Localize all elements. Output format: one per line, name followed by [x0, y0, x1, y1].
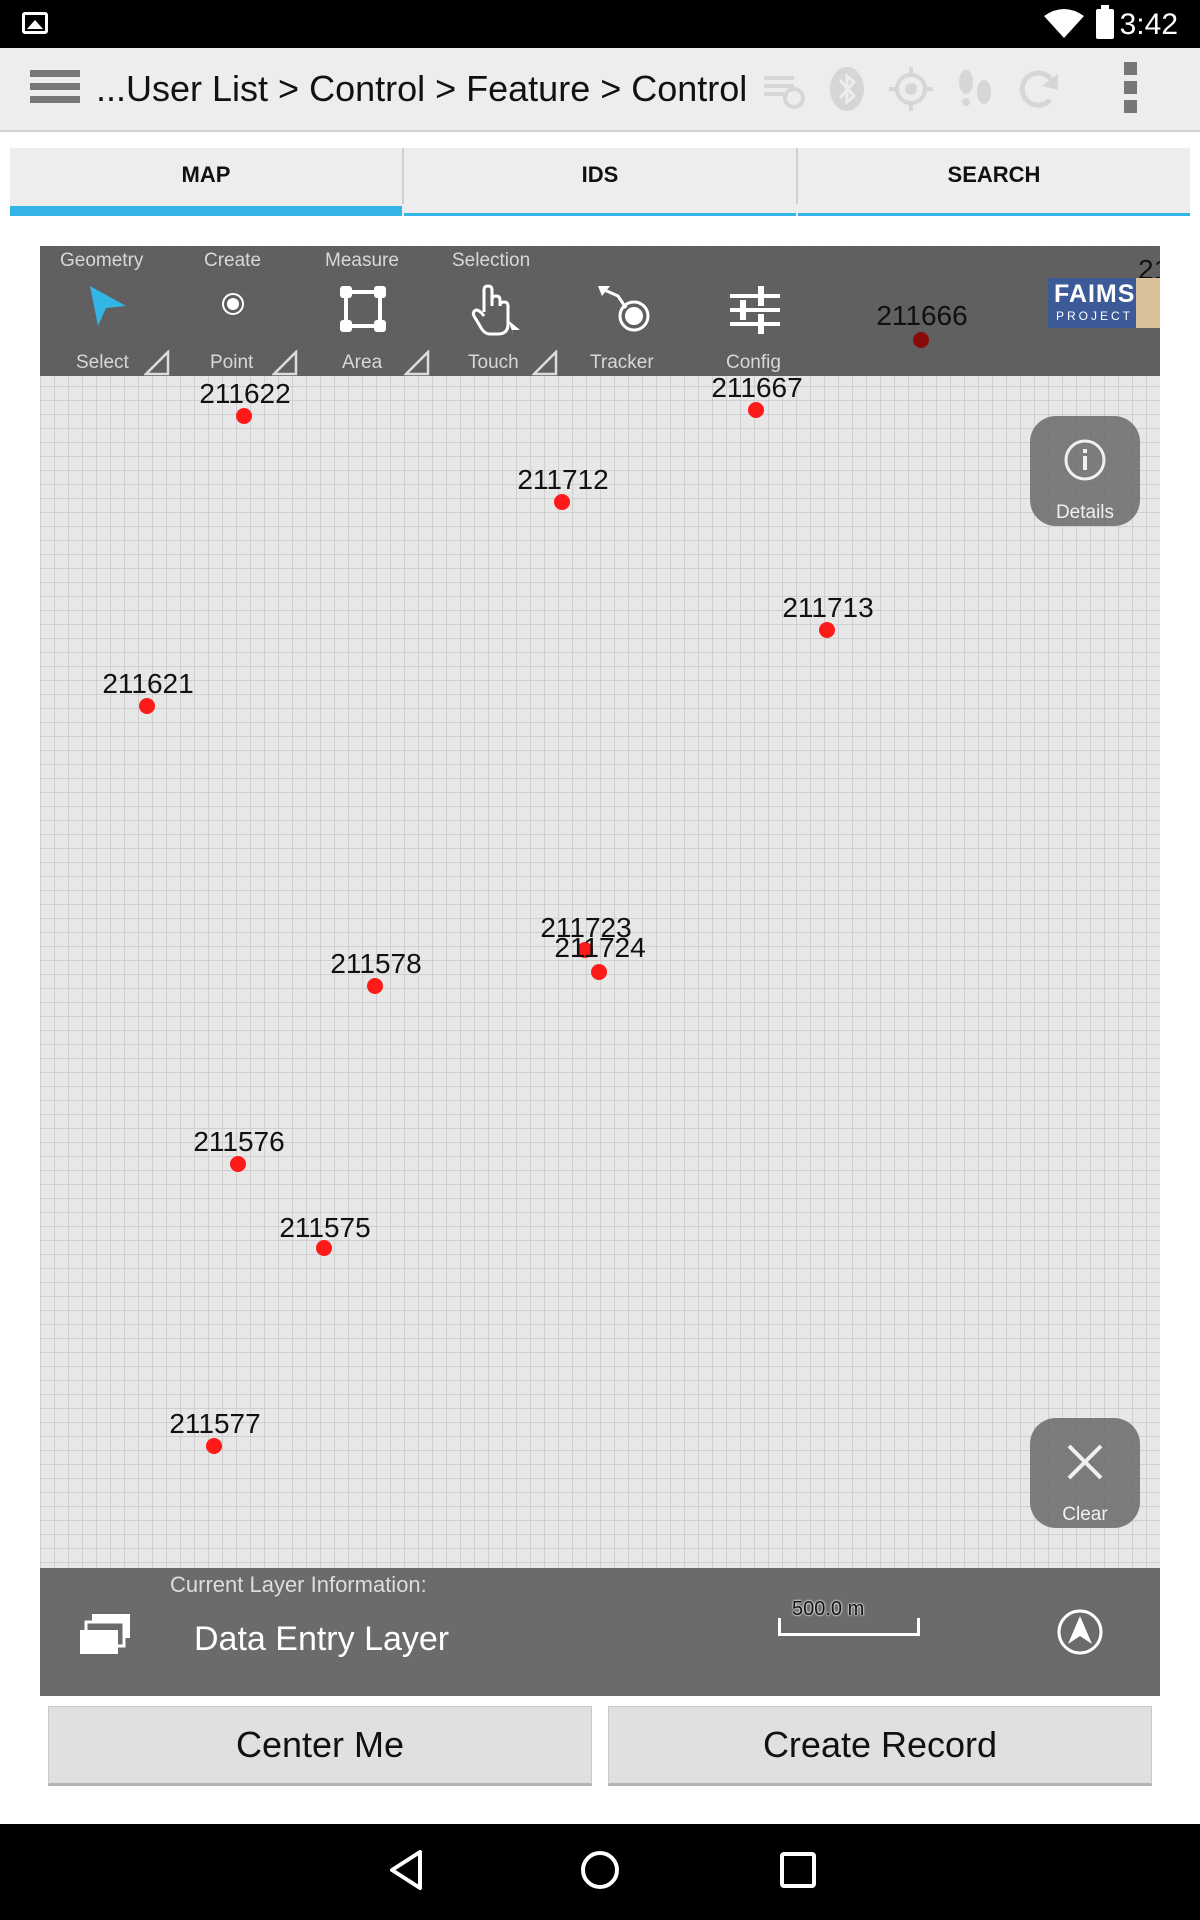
corner-menu-icon[interactable]: [272, 350, 298, 376]
info-icon: [1064, 439, 1106, 481]
menu-icon[interactable]: [30, 70, 80, 110]
status-bar: 3:42: [0, 0, 1200, 48]
map-point-marker[interactable]: [913, 332, 929, 348]
map-view[interactable]: 211666 211622 211667 211712 211713 21162…: [40, 246, 1160, 1696]
toolbar-heading-selection: Selection: [452, 250, 531, 271]
recents-icon[interactable]: [776, 1848, 820, 1892]
clock: 3:42: [1119, 8, 1178, 41]
action-bar: ...User List > Control > Feature > Contr…: [0, 48, 1200, 132]
current-layer-name: Data Entry Layer: [194, 1620, 450, 1658]
config-label: Config: [726, 352, 781, 373]
details-label: Details: [1055, 502, 1115, 523]
tracker-label: Tracker: [590, 352, 654, 373]
layer-info-caption: Current Layer Information:: [170, 1572, 427, 1597]
map-point-marker[interactable]: [236, 408, 252, 424]
select-arrow-icon: [90, 286, 126, 326]
layer-info-bar: Current Layer Information: Data Entry La…: [40, 1568, 1160, 1696]
clear-label: Clear: [1062, 1504, 1108, 1525]
gps-icon[interactable]: [886, 64, 936, 114]
tracker-steps-icon[interactable]: [950, 64, 1000, 114]
point-label: 211622: [199, 378, 291, 409]
center-me-button[interactable]: Center Me: [48, 1706, 592, 1786]
tab-search[interactable]: SEARCH: [798, 148, 1190, 216]
map-point-marker[interactable]: [554, 494, 570, 510]
overflow-menu-icon[interactable]: [1124, 62, 1138, 119]
breadcrumb-title: ...User List > Control > Feature > Contr…: [96, 68, 748, 109]
navigation-bar: [0, 1824, 1200, 1920]
tab-ids[interactable]: IDS: [404, 148, 796, 216]
point-label: 211667: [711, 372, 803, 403]
corner-menu-icon[interactable]: [532, 350, 558, 376]
toolbar-heading-create: Create: [204, 250, 262, 271]
select-label: Select: [76, 352, 129, 373]
map-toolbar: Geometry Create Measure Selection Select…: [40, 246, 1160, 376]
map-point-marker[interactable]: [316, 1240, 332, 1256]
tab-bar: MAP IDS SEARCH: [10, 148, 1190, 216]
scale-bar: [778, 1618, 920, 1636]
bluetooth-icon[interactable]: [822, 64, 872, 114]
point-label: 211724: [554, 932, 646, 963]
refresh-icon[interactable]: [1014, 64, 1064, 114]
point-label: 211577: [169, 1408, 261, 1439]
clear-button[interactable]: Clear: [1030, 1418, 1140, 1528]
touch-label: Touch: [468, 352, 519, 373]
area-icon: [340, 286, 386, 332]
map-point-marker[interactable]: [367, 978, 383, 994]
compass-icon[interactable]: [1056, 1608, 1104, 1656]
point-label-text: Point: [210, 352, 254, 373]
back-icon[interactable]: [384, 1848, 428, 1892]
faims-logo: FAIMS PROJECT: [1048, 278, 1160, 328]
corner-menu-icon[interactable]: [144, 350, 170, 376]
map-point-marker[interactable]: [139, 698, 155, 714]
gallery-icon: [22, 12, 48, 34]
wifi-icon: [1044, 9, 1084, 38]
point-icon: [222, 293, 244, 315]
point-label: 211621: [102, 668, 194, 699]
tracker-icon: [598, 286, 650, 332]
point-label: 211713: [782, 592, 874, 623]
config-icon: [730, 286, 780, 334]
tab-map[interactable]: MAP: [10, 148, 402, 216]
area-label: Area: [342, 352, 383, 373]
battery-icon: [1096, 5, 1114, 39]
sync-icon[interactable]: [758, 64, 808, 114]
layers-icon[interactable]: [78, 1612, 132, 1658]
map-point-marker[interactable]: [748, 402, 764, 418]
point-label: 211712: [517, 464, 609, 495]
map-point-marker[interactable]: [819, 622, 835, 638]
create-record-button[interactable]: Create Record: [608, 1706, 1152, 1786]
point-label: 211666: [876, 300, 968, 331]
map-point-marker[interactable]: [230, 1156, 246, 1172]
point-label: 211576: [193, 1126, 285, 1157]
details-button[interactable]: Details: [1030, 416, 1140, 526]
toolbar-heading-geometry: Geometry: [60, 250, 144, 271]
close-icon: [1067, 1444, 1103, 1480]
toolbar-heading-measure: Measure: [325, 250, 399, 271]
home-icon[interactable]: [578, 1848, 622, 1892]
map-point-marker[interactable]: [206, 1438, 222, 1454]
corner-menu-icon[interactable]: [404, 350, 430, 376]
touch-icon: [471, 284, 520, 336]
point-label: 211578: [330, 948, 422, 979]
map-point-marker[interactable]: [591, 964, 607, 980]
